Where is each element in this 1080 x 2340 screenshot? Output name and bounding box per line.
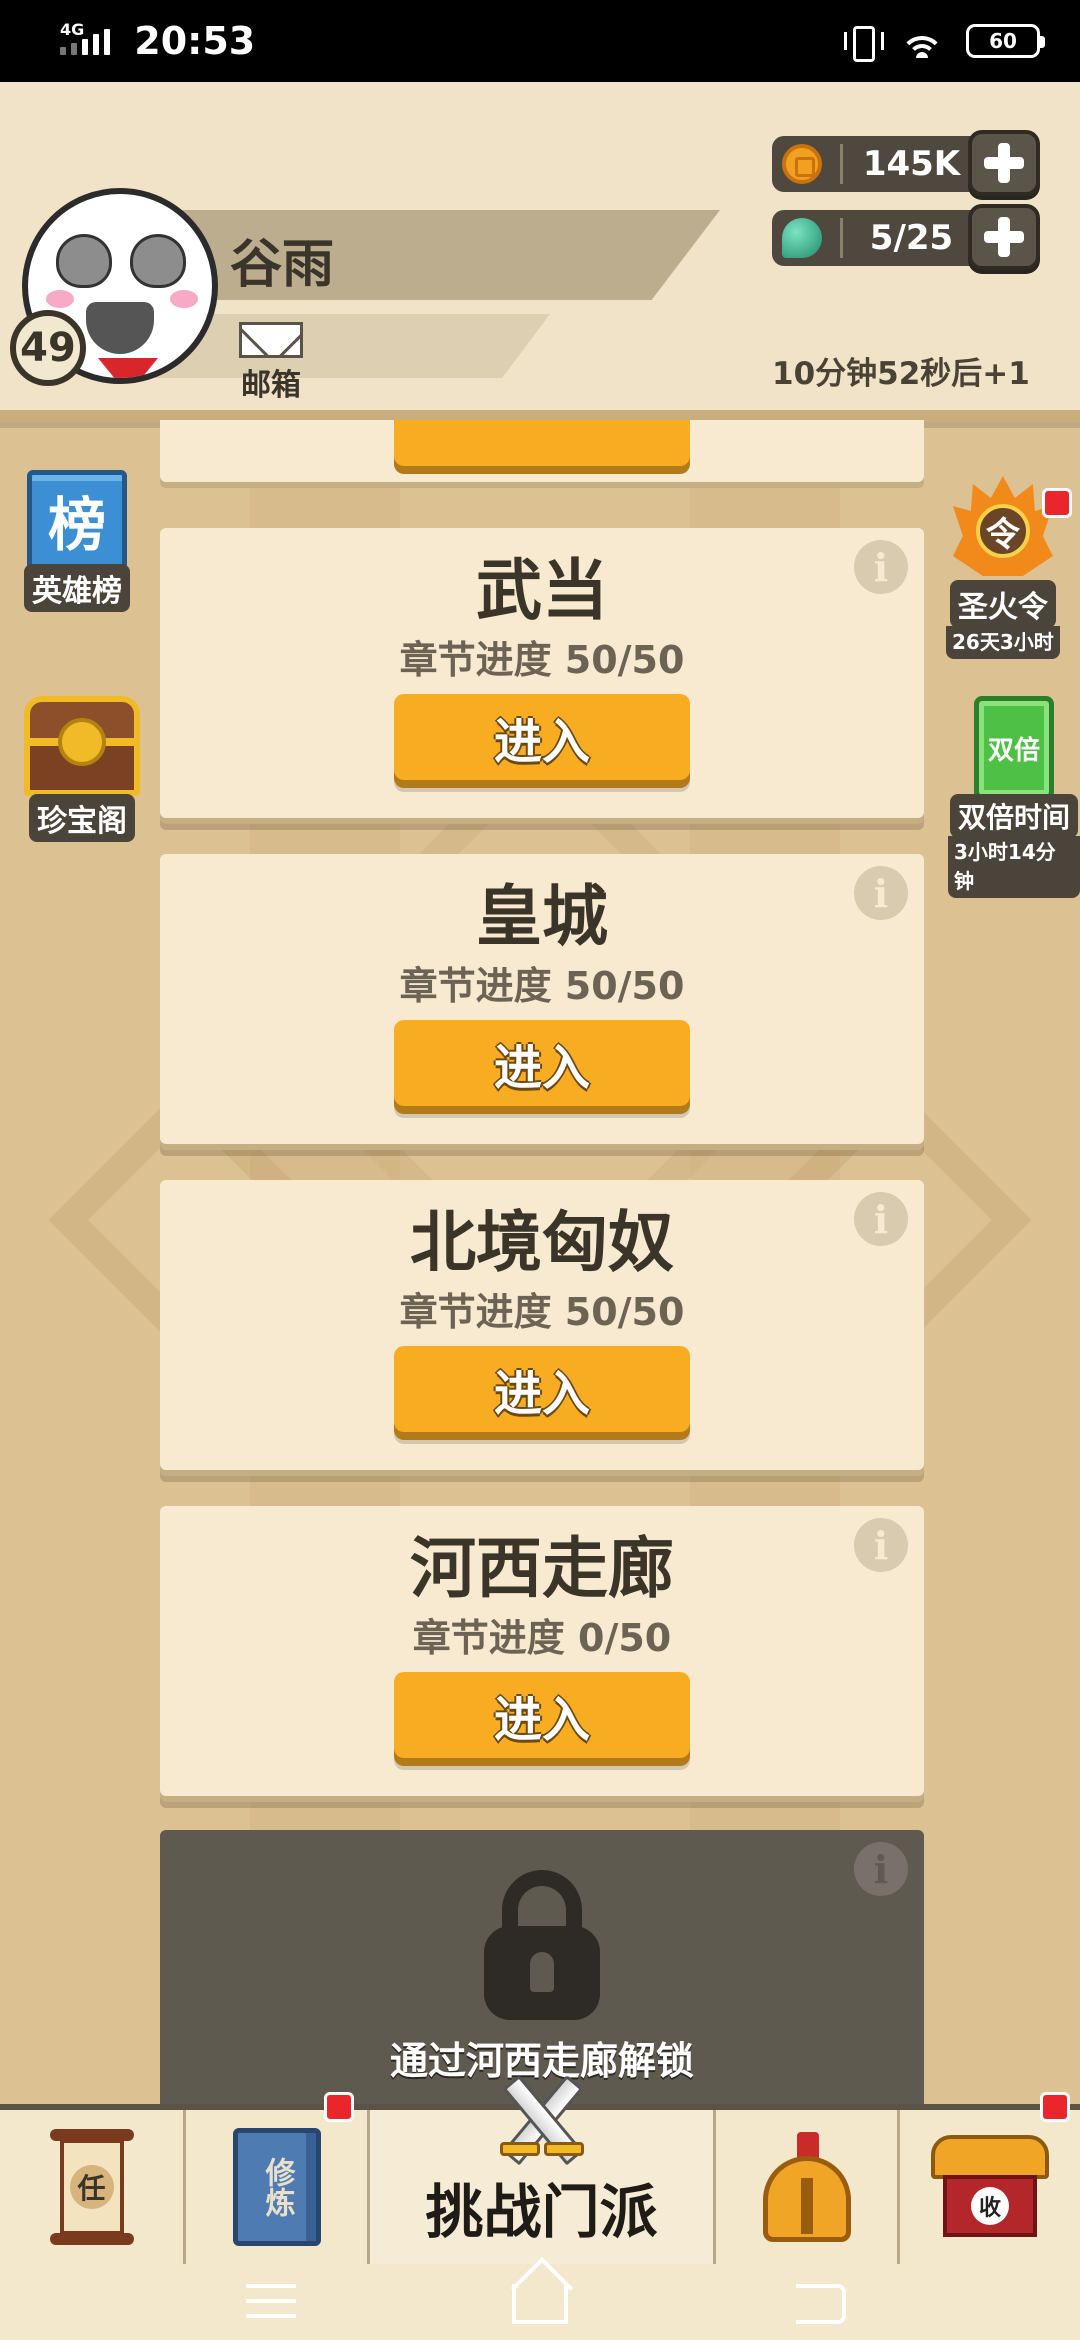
nav-training[interactable]: 修炼 (186, 2092, 370, 2264)
coin-icon (782, 144, 822, 184)
info-icon[interactable]: i (854, 1192, 908, 1246)
system-nav-bar (0, 2264, 1080, 2340)
wifi-icon (900, 24, 944, 58)
notification-dot (1040, 2092, 1070, 2122)
info-icon[interactable]: i (854, 1518, 908, 1572)
clock: 20:53 (134, 19, 256, 63)
stage-name: 皇城 (476, 878, 608, 955)
crossed-swords-icon (482, 2070, 602, 2180)
treasure-pavilion-label: 珍宝阁 (29, 794, 135, 842)
level-badge: 49 (10, 310, 86, 386)
enter-button[interactable]: 进入 (394, 694, 690, 781)
chapter-progress: 章节进度 0/50 (412, 1616, 672, 1661)
stage-card: i 武当 章节进度 50/50 进入 (160, 528, 924, 818)
stamina-icon (782, 218, 822, 258)
status-bar: 4G 20:53 60 (0, 0, 1080, 82)
stage-name: 河西走廊 (410, 1530, 674, 1607)
task-scroll-icon: 任 (49, 2129, 134, 2245)
nav-tasks[interactable]: 任 (0, 2110, 186, 2264)
add-stamina-button[interactable] (968, 204, 1040, 270)
chapter-progress: 章节进度 50/50 (399, 638, 685, 683)
stage-card-partial (160, 420, 924, 482)
stage-name: 武当 (476, 552, 608, 629)
stamina-regen-timer: 10分钟52秒后+1 (772, 356, 1030, 392)
notification-dot (1042, 488, 1072, 518)
player-name: 谷雨 (230, 235, 335, 295)
ranking-icon: 榜 (27, 470, 127, 570)
add-coins-button[interactable] (968, 130, 1040, 196)
stage-card: i 皇城 章节进度 50/50 进入 (160, 854, 924, 1144)
back-key-icon[interactable] (796, 2284, 846, 2324)
network-type: 4G (60, 19, 85, 39)
envelope-icon (239, 322, 303, 358)
menu-key-icon[interactable] (246, 2284, 296, 2318)
hero-ranking-button[interactable]: 榜 英雄榜 (24, 470, 130, 612)
chapter-progress: 章节进度 50/50 (399, 1290, 685, 1335)
stage-card: i 北境匈奴 章节进度 50/50 进入 (160, 1180, 924, 1470)
battery-icon: 60 (966, 24, 1045, 58)
enter-button-partial[interactable] (394, 420, 690, 466)
bottom-nav: 任 修炼 挑战门派 收 (0, 2074, 1080, 2264)
double-reward-icon: 双倍 (974, 696, 1054, 800)
notification-dot (324, 2092, 354, 2122)
nav-heroes[interactable] (716, 2110, 900, 2264)
training-book-icon: 修炼 (232, 2128, 321, 2246)
home-key-icon[interactable] (512, 2284, 568, 2324)
holy-fire-label: 圣火令 (949, 580, 1056, 628)
helmet-icon (759, 2132, 855, 2242)
double-time-timer: 3小时14分钟 (948, 836, 1080, 898)
holy-fire-order-button[interactable]: 令 圣火令 26天3小时 (946, 476, 1072, 659)
double-time-button[interactable]: 双倍 双倍时间 3小时14分钟 (948, 696, 1080, 898)
holy-fire-timer: 26天3小时 (946, 626, 1060, 659)
vibrate-icon (844, 24, 884, 62)
nav-shop[interactable]: 收 (900, 2092, 1080, 2264)
battery-level: 60 (989, 29, 1017, 53)
info-icon[interactable]: i (854, 540, 908, 594)
shop-building-icon: 收 (931, 2135, 1049, 2239)
info-icon[interactable]: i (854, 866, 908, 920)
hero-ranking-label: 英雄榜 (24, 564, 130, 612)
info-icon[interactable]: i (854, 1842, 908, 1896)
mail-label: 邮箱 (241, 368, 301, 403)
treasure-chest-icon (20, 688, 144, 800)
mail-button[interactable]: 邮箱 (230, 322, 312, 404)
nav-challenge-sects[interactable]: 挑战门派 (370, 2074, 716, 2264)
chapter-progress: 章节进度 50/50 (399, 964, 685, 1009)
treasure-pavilion-button[interactable]: 珍宝阁 (20, 688, 144, 842)
enter-button[interactable]: 进入 (394, 1672, 690, 1759)
enter-button[interactable]: 进入 (394, 1020, 690, 1107)
stage-card: i 河西走廊 章节进度 0/50 进入 (160, 1506, 924, 1796)
enter-button[interactable]: 进入 (394, 1346, 690, 1433)
stage-name: 北境匈奴 (410, 1204, 674, 1281)
padlock-icon (484, 1870, 600, 2020)
double-time-label: 双倍时间 (949, 794, 1078, 838)
